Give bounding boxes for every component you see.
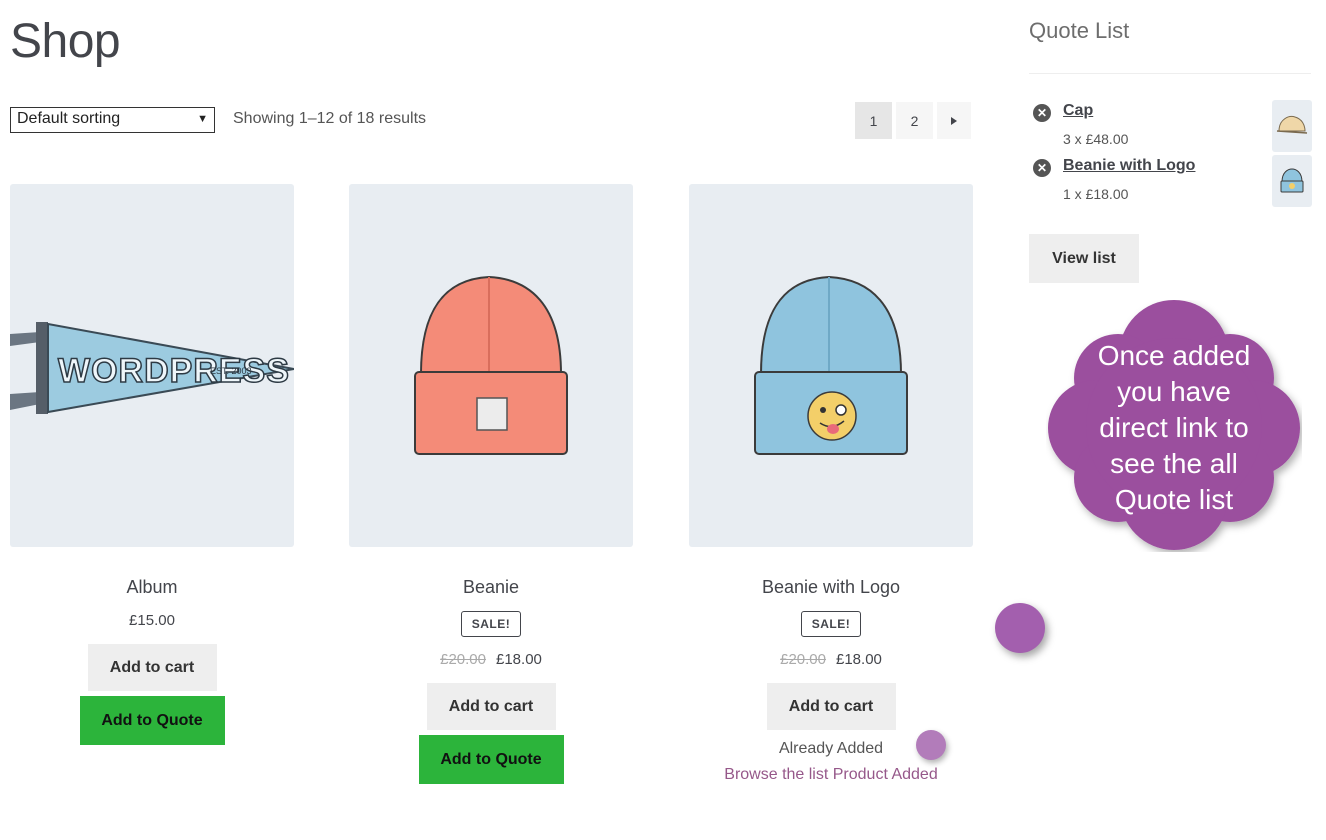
product-card-beanie-with-logo: Beanie with Logo SALE! £20.00 £18.00 Add … (689, 184, 973, 784)
view-list-button[interactable]: View list (1029, 234, 1139, 283)
pagination: 1 2 (855, 102, 971, 139)
browse-list-link[interactable]: Browse the list Product Added (689, 766, 973, 784)
quote-list-item: ✕ Cap 3 x £48.00 (1033, 100, 1313, 152)
next-page-button[interactable] (937, 102, 971, 139)
product-name[interactable]: Album (10, 577, 294, 598)
current-price: £18.00 (836, 651, 882, 668)
svg-text:WORDPRESS: WORDPRESS (58, 352, 290, 390)
orange-beanie-image (414, 275, 568, 455)
callout-text: Once added you have direct link to see t… (1046, 338, 1302, 518)
callout-line: Once added (1097, 340, 1251, 371)
cap-icon (1276, 116, 1308, 134)
triangle-right-icon (951, 116, 957, 125)
decorative-dot (995, 603, 1045, 653)
beanie-icon (1280, 168, 1304, 193)
current-price: £15.00 (129, 612, 175, 629)
blue-beanie-with-logo-image (754, 275, 908, 455)
callout-line: see the all (1110, 448, 1238, 479)
cap-thumbnail[interactable] (1272, 100, 1312, 152)
decorative-dot (916, 730, 946, 760)
old-price: £20.00 (440, 651, 486, 668)
dropdown-caret-icon: ▼ (197, 113, 208, 125)
product-name[interactable]: Beanie with Logo (689, 577, 973, 598)
result-count: Showing 1–12 of 18 results (233, 110, 427, 127)
svg-text:EST. 2003: EST. 2003 (210, 366, 252, 376)
callout-line: Quote list (1114, 484, 1234, 515)
page-2-link[interactable]: 2 (896, 102, 933, 139)
product-price: £20.00 £18.00 (689, 651, 973, 668)
page-title: Shop (10, 15, 121, 68)
product-name[interactable]: Beanie (349, 577, 633, 598)
current-price: £18.00 (496, 651, 542, 668)
page-1-link[interactable]: 1 (855, 102, 892, 139)
quote-item-qty: 1 x £18.00 (1063, 186, 1129, 202)
product-image-beanie[interactable] (349, 184, 633, 547)
product-card-beanie: Beanie SALE! £20.00 £18.00 Add to cart Ad… (349, 184, 633, 784)
add-to-cart-button[interactable]: Add to cart (766, 683, 896, 730)
wordpress-pennant-image: WORDPRESS EST. 2003 (10, 322, 294, 414)
product-image-album[interactable]: WORDPRESS EST. 2003 (10, 184, 294, 547)
add-to-quote-button[interactable]: Add to Quote (418, 735, 564, 784)
quote-item-name[interactable]: Cap (1063, 102, 1093, 120)
sorting-select[interactable]: Default sorting ▼ (10, 107, 215, 133)
add-to-cart-button[interactable]: Add to cart (426, 683, 556, 730)
remove-icon[interactable]: ✕ (1033, 159, 1051, 177)
product-card-album: WORDPRESS EST. 2003 Album £15.00 Add to … (10, 184, 294, 745)
callout-line: you have (1117, 376, 1231, 407)
product-price: £20.00 £18.00 (349, 651, 633, 668)
quote-list-title: Quote List (1029, 18, 1130, 43)
quote-list-item: ✕ Beanie with Logo 1 x £18.00 (1033, 155, 1313, 207)
add-to-cart-button[interactable]: Add to cart (87, 644, 217, 691)
add-to-quote-button[interactable]: Add to Quote (79, 696, 225, 745)
sorting-selected-value: Default sorting (17, 110, 121, 127)
old-price: £20.00 (780, 651, 826, 668)
callout-line: direct link to (1099, 412, 1249, 443)
product-image-beanie-with-logo[interactable] (689, 184, 973, 547)
quote-item-name[interactable]: Beanie with Logo (1063, 157, 1195, 175)
blue-beanie-thumbnail[interactable] (1272, 155, 1312, 207)
sale-badge: SALE! (800, 611, 862, 637)
sidebar-divider (1029, 73, 1311, 74)
remove-icon[interactable]: ✕ (1033, 104, 1051, 122)
quote-item-qty: 3 x £48.00 (1063, 131, 1129, 147)
sale-badge: SALE! (460, 611, 522, 637)
product-price: £15.00 (10, 612, 294, 629)
